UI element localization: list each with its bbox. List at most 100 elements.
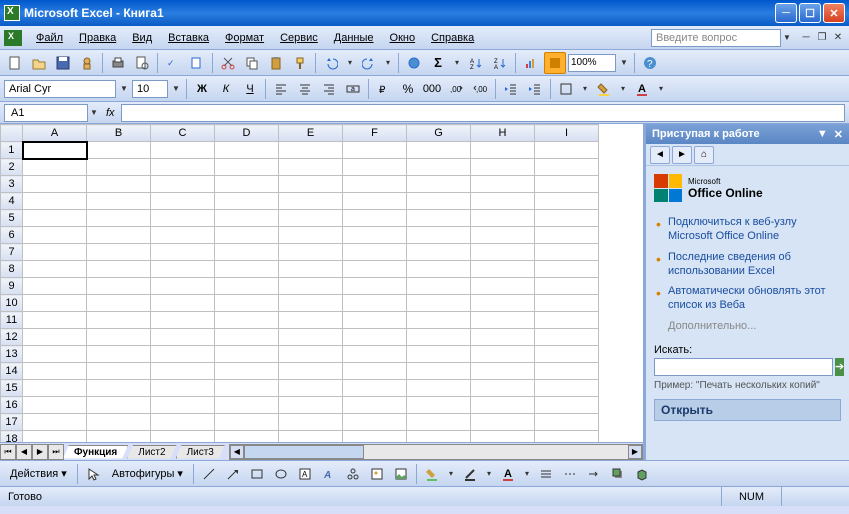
cell-D15[interactable] [215,380,279,397]
col-header-H[interactable]: H [471,125,535,142]
permission-button[interactable] [76,52,98,74]
cell-D3[interactable] [215,176,279,193]
cell-A10[interactable] [23,295,87,312]
col-header-B[interactable]: B [87,125,151,142]
sheet-tab-0[interactable]: Функция [63,445,128,459]
bold-button[interactable]: Ж [191,78,213,100]
redo-dropdown[interactable]: ▾ [382,58,394,67]
increase-indent-button[interactable] [524,78,546,100]
cell-C1[interactable] [151,142,215,159]
cell-I16[interactable] [535,397,599,414]
cell-E8[interactable] [279,261,343,278]
cell-G3[interactable] [407,176,471,193]
row-header-7[interactable]: 7 [1,244,23,261]
cell-I15[interactable] [535,380,599,397]
cell-F8[interactable] [343,261,407,278]
spelling-button[interactable]: ✓ [162,52,184,74]
name-box[interactable]: A1 [4,104,88,122]
cell-D5[interactable] [215,210,279,227]
col-header-I[interactable]: I [535,125,599,142]
row-header-4[interactable]: 4 [1,193,23,210]
cell-B1[interactable] [87,142,151,159]
autosum-dropdown[interactable]: ▾ [451,58,463,67]
cell-G14[interactable] [407,363,471,380]
line-style-button[interactable] [535,463,557,485]
cell-B2[interactable] [87,159,151,176]
currency-button[interactable]: ₽ [373,78,395,100]
shadow-style-button[interactable] [607,463,629,485]
cell-H16[interactable] [471,397,535,414]
cell-A15[interactable] [23,380,87,397]
cell-G8[interactable] [407,261,471,278]
decrease-indent-button[interactable] [500,78,522,100]
row-header-15[interactable]: 15 [1,380,23,397]
select-objects-button[interactable] [82,463,104,485]
sheet-tab-1[interactable]: Лист2 [127,445,176,459]
cell-G13[interactable] [407,346,471,363]
col-header-E[interactable]: E [279,125,343,142]
cell-C13[interactable] [151,346,215,363]
menu-tools[interactable]: Сервис [272,30,326,46]
cell-E14[interactable] [279,363,343,380]
task-pane-link-0[interactable]: Подключиться к веб-узлу Microsoft Office… [654,212,841,247]
draw-actions-menu[interactable]: Действия ▾ [4,465,73,482]
cell-B11[interactable] [87,312,151,329]
cell-H7[interactable] [471,244,535,261]
cell-B14[interactable] [87,363,151,380]
cell-I3[interactable] [535,176,599,193]
cell-D7[interactable] [215,244,279,261]
tab-nav-first[interactable]: ⏮ [0,444,16,460]
row-header-1[interactable]: 1 [1,142,23,159]
cell-D6[interactable] [215,227,279,244]
cell-H10[interactable] [471,295,535,312]
print-preview-button[interactable] [131,52,153,74]
cell-G5[interactable] [407,210,471,227]
cell-E17[interactable] [279,414,343,431]
cell-B10[interactable] [87,295,151,312]
decrease-decimal-button[interactable]: ,00 [469,78,491,100]
cell-I6[interactable] [535,227,599,244]
picture-button[interactable] [390,463,412,485]
cell-E5[interactable] [279,210,343,227]
cell-A12[interactable] [23,329,87,346]
cell-F10[interactable] [343,295,407,312]
scroll-right-icon[interactable]: ▶ [628,445,642,459]
font-name-box[interactable]: Arial Cyr [4,80,116,98]
tab-nav-last[interactable]: ⏭ [48,444,64,460]
cell-H6[interactable] [471,227,535,244]
col-header-A[interactable]: A [23,125,87,142]
merge-center-button[interactable]: a [342,78,364,100]
menu-view[interactable]: Вид [124,30,160,46]
dash-style-button[interactable] [559,463,581,485]
cell-I10[interactable] [535,295,599,312]
cell-E9[interactable] [279,278,343,295]
cell-B13[interactable] [87,346,151,363]
cell-A14[interactable] [23,363,87,380]
help-button[interactable]: ? [639,52,661,74]
search-go-button[interactable]: ➔ [835,358,844,376]
oval-button[interactable] [270,463,292,485]
cell-H4[interactable] [471,193,535,210]
minimize-button[interactable]: ─ [775,3,797,23]
cell-F15[interactable] [343,380,407,397]
paste-button[interactable] [265,52,287,74]
cell-G9[interactable] [407,278,471,295]
cell-A2[interactable] [23,159,87,176]
row-header-8[interactable]: 8 [1,261,23,278]
ask-dropdown[interactable]: ▼ [781,33,793,42]
borders-button[interactable] [555,78,577,100]
cell-G10[interactable] [407,295,471,312]
cell-H2[interactable] [471,159,535,176]
diagram-button[interactable] [342,463,364,485]
cell-I13[interactable] [535,346,599,363]
cell-A7[interactable] [23,244,87,261]
back-button[interactable]: ◄ [650,146,670,164]
cell-I7[interactable] [535,244,599,261]
borders-dropdown[interactable]: ▾ [579,84,591,93]
open-section[interactable]: Открыть [654,399,841,421]
cell-B9[interactable] [87,278,151,295]
cell-C2[interactable] [151,159,215,176]
menu-format[interactable]: Формат [217,30,272,46]
cell-E16[interactable] [279,397,343,414]
cell-E12[interactable] [279,329,343,346]
